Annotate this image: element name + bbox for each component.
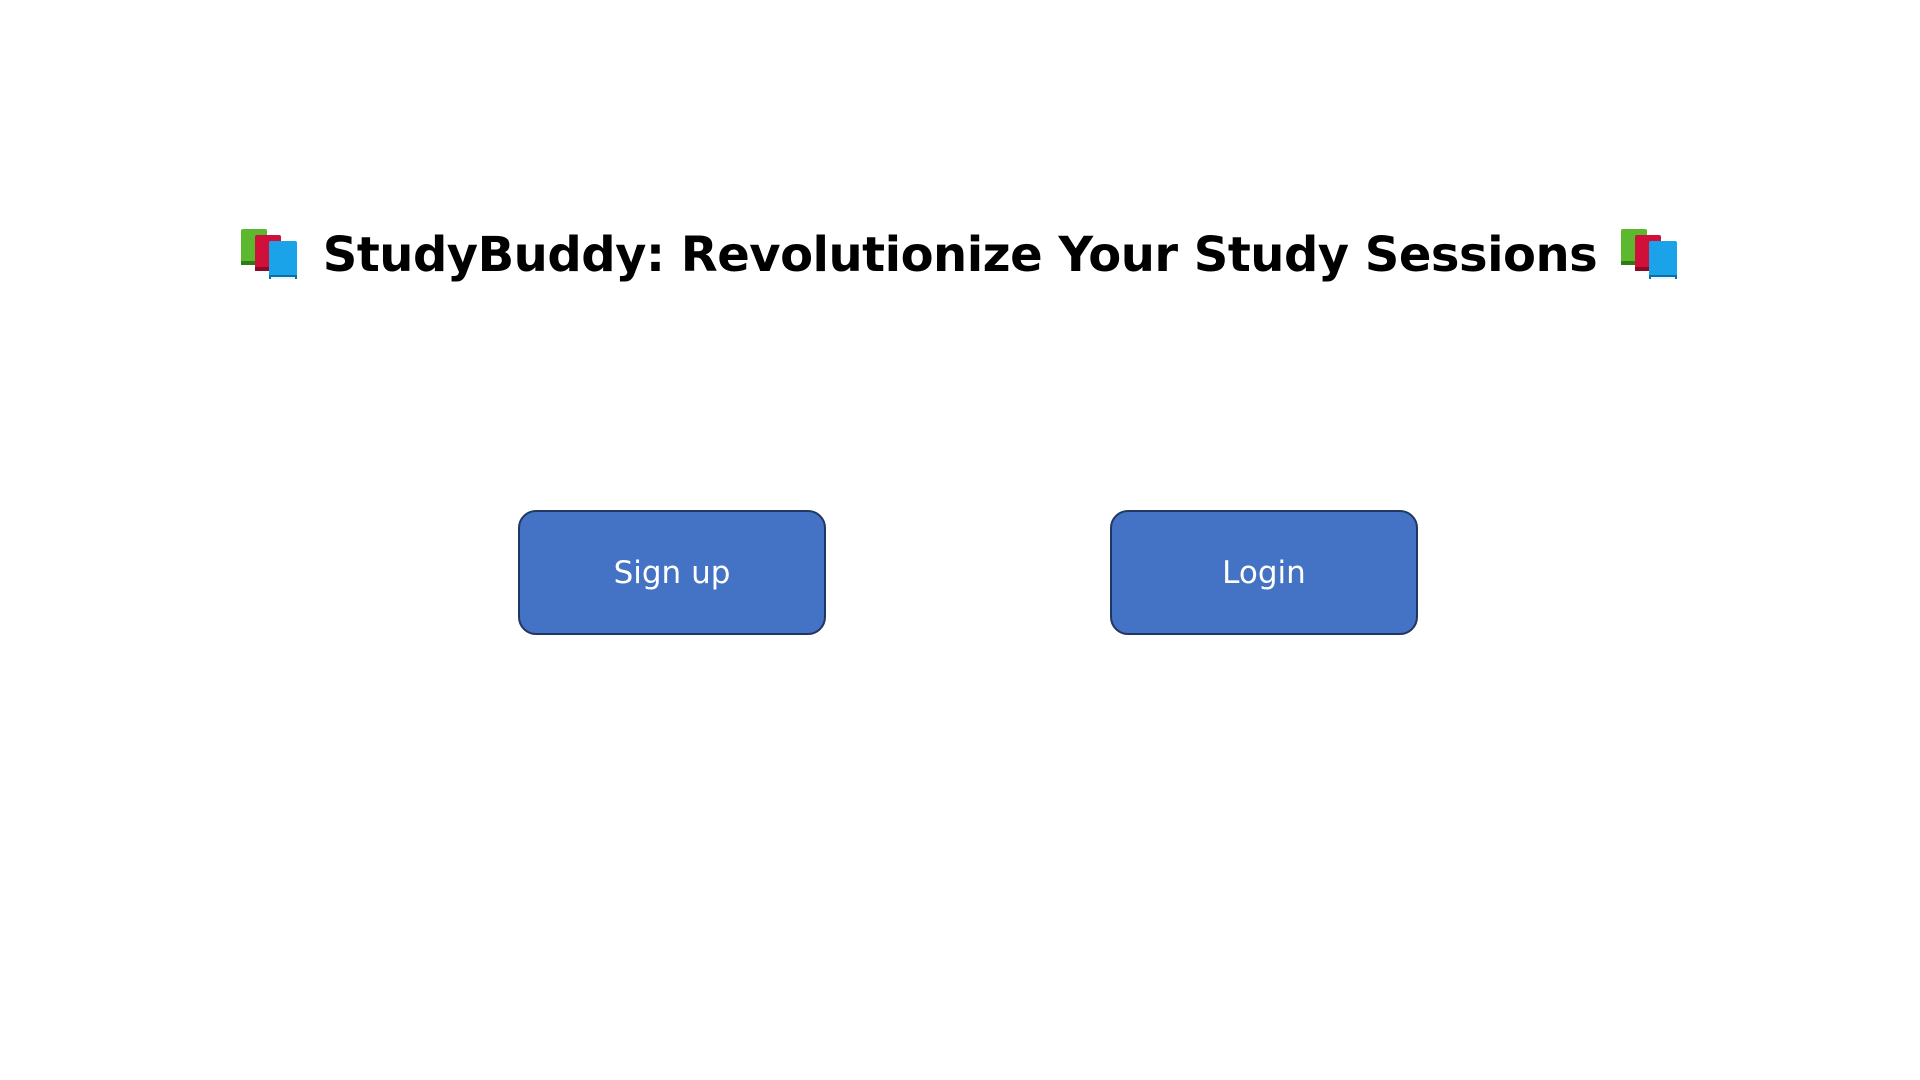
login-label: Login [1222,554,1306,591]
page-title: StudyBuddy: Revolutionize Your Study Ses… [322,227,1598,283]
sign-up-label: Sign up [613,554,731,591]
landing-page: StudyBuddy: Revolutionize Your Study Ses… [0,0,1920,1080]
page-header: StudyBuddy: Revolutionize Your Study Ses… [0,220,1920,290]
books-icon [240,229,297,279]
sign-up-button[interactable]: Sign up [518,510,826,635]
login-button[interactable]: Login [1110,510,1418,635]
books-icon [1621,229,1678,279]
